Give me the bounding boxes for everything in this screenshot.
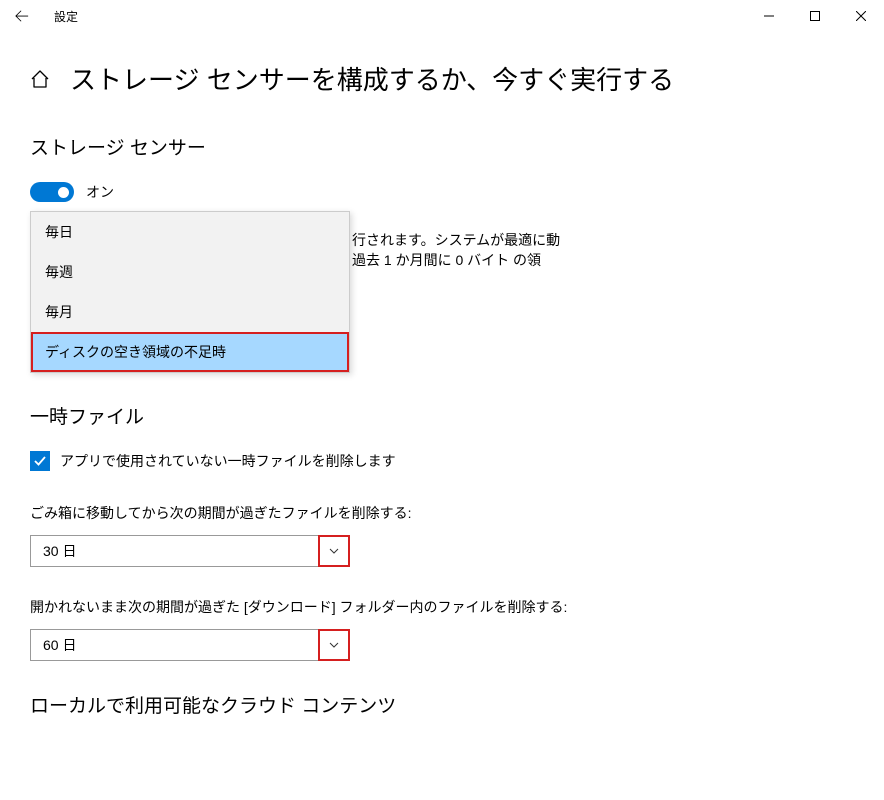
frequency-dropdown: 毎日 毎週 毎月 ディスクの空き領域の不足時 <box>30 211 350 373</box>
desc-line-2: 過去 1 か月間に 0 バイト の領 <box>352 250 560 270</box>
maximize-icon <box>810 11 820 21</box>
chevron-down-icon <box>328 545 340 557</box>
recycle-bin-value: 30 日 <box>43 541 76 561</box>
delete-temp-checkbox[interactable] <box>30 451 50 471</box>
home-icon-svg <box>30 69 50 89</box>
storage-sensor-heading: ストレージ センサー <box>30 133 854 160</box>
page-title: ストレージ センサーを構成するか、今すぐ実行する <box>70 60 674 97</box>
desc-line-1: 行されます。システムが最適に動 <box>352 230 560 250</box>
chevron-down-icon <box>328 639 340 651</box>
app-title: 設定 <box>54 8 78 25</box>
titlebar-left: 設定 <box>0 6 78 26</box>
dropdown-option-low-disk[interactable]: ディスクの空き領域の不足時 <box>31 332 349 372</box>
check-icon <box>33 454 47 468</box>
downloads-chevron <box>319 630 349 660</box>
recycle-bin-select[interactable]: 30 日 <box>30 535 350 567</box>
recycle-chevron <box>319 536 349 566</box>
minimize-icon <box>764 11 774 21</box>
storage-sensor-toggle[interactable] <box>30 182 74 202</box>
recycle-bin-label: ごみ箱に移動してから次の期間が過ぎたファイルを削除する: <box>30 503 854 523</box>
storage-sensor-toggle-row: オン <box>30 182 854 202</box>
downloads-select[interactable]: 60 日 <box>30 629 350 661</box>
temp-files-heading: 一時ファイル <box>30 402 854 429</box>
maximize-button[interactable] <box>792 0 838 32</box>
close-button[interactable] <box>838 0 884 32</box>
cloud-content-heading: ローカルで利用可能なクラウド コンテンツ <box>30 691 854 718</box>
back-button[interactable] <box>12 6 32 26</box>
window-controls <box>746 0 884 32</box>
home-icon[interactable] <box>30 69 50 89</box>
dropdown-option-monthly[interactable]: 毎月 <box>31 292 349 332</box>
downloads-label: 開かれないまま次の期間が過ぎた [ダウンロード] フォルダー内のファイルを削除す… <box>30 597 854 617</box>
dropdown-option-daily[interactable]: 毎日 <box>31 212 349 252</box>
dropdown-option-weekly[interactable]: 毎週 <box>31 252 349 292</box>
page-header: ストレージ センサーを構成するか、今すぐ実行する <box>30 60 854 97</box>
minimize-button[interactable] <box>746 0 792 32</box>
toggle-label: オン <box>86 182 114 202</box>
toggle-knob <box>58 187 69 198</box>
temp-files-section: 一時ファイル アプリで使用されていない一時ファイルを削除します ごみ箱に移動して… <box>30 402 854 718</box>
window-titlebar: 設定 <box>0 0 884 32</box>
downloads-value: 60 日 <box>43 635 76 655</box>
delete-temp-checkbox-row: アプリで使用されていない一時ファイルを削除します <box>30 451 854 471</box>
delete-temp-label: アプリで使用されていない一時ファイルを削除します <box>60 451 396 471</box>
storage-sensor-description: 行されます。システムが最適に動 過去 1 か月間に 0 バイト の領 <box>352 230 560 270</box>
back-arrow-icon <box>15 9 29 23</box>
content-area: ストレージ センサーを構成するか、今すぐ実行する ストレージ センサー オン 行… <box>0 32 884 718</box>
close-icon <box>856 11 866 21</box>
